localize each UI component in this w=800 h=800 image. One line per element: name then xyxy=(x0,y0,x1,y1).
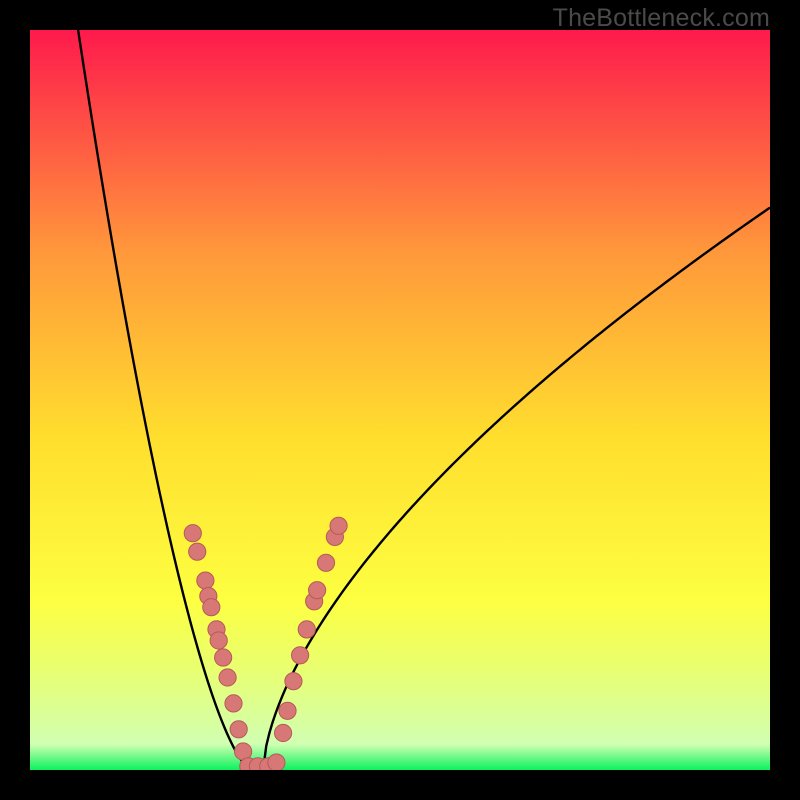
data-dot xyxy=(285,673,302,690)
data-dot xyxy=(203,599,220,616)
data-dot xyxy=(292,647,309,664)
data-dot xyxy=(219,669,236,686)
data-dot xyxy=(317,554,334,571)
data-dot xyxy=(330,517,347,534)
chart-frame: TheBottleneck.com xyxy=(0,0,800,800)
data-dot xyxy=(189,543,206,560)
data-dot xyxy=(274,724,291,741)
chart-svg xyxy=(30,30,770,770)
plot-area xyxy=(30,30,770,770)
data-dot xyxy=(225,695,242,712)
data-dot xyxy=(279,702,296,719)
data-dot xyxy=(210,632,227,649)
watermark-text: TheBottleneck.com xyxy=(553,4,770,33)
data-dot xyxy=(309,582,326,599)
data-dot xyxy=(184,525,201,542)
data-dot xyxy=(230,721,247,738)
data-dot xyxy=(298,621,315,638)
data-dot xyxy=(268,754,285,770)
data-dot xyxy=(215,649,232,666)
data-dot xyxy=(197,572,214,589)
